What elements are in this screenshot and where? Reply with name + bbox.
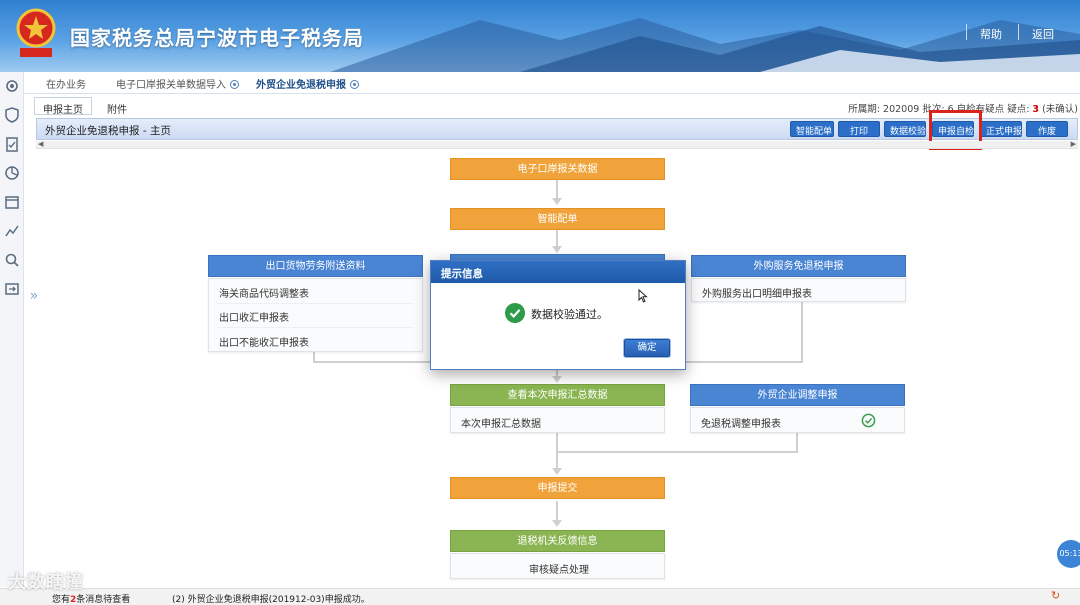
calendar-icon[interactable] xyxy=(4,194,20,210)
divider xyxy=(217,327,414,328)
dialog-message: 数据校验通过。 xyxy=(531,308,608,321)
print-button[interactable]: 打印 xyxy=(838,121,880,137)
left-panel-title: 出口货物劳务附送资料 xyxy=(208,255,423,277)
close-circle-icon[interactable] xyxy=(230,80,239,89)
ok-button[interactable]: 确定 xyxy=(624,339,670,357)
clipboard-icon[interactable] xyxy=(4,136,20,152)
flow-smart-match[interactable]: 智能配单 xyxy=(450,208,665,230)
connector xyxy=(796,433,798,453)
subtab-home[interactable]: 申报主页 xyxy=(34,97,92,116)
clock-badge[interactable]: 05:13 xyxy=(1057,540,1080,568)
arrow-down-icon xyxy=(552,468,562,475)
site-title: 国家税务总局宁波市电子税务局 xyxy=(70,26,364,50)
dialog-title: 提示信息 xyxy=(431,261,685,283)
formal-declare-button[interactable]: 正式申报 xyxy=(980,121,1022,137)
list-item[interactable]: 审核疑点处理 xyxy=(529,561,589,576)
gear-icon[interactable] xyxy=(4,78,20,94)
arrow-down-icon xyxy=(552,520,562,527)
feedback-title: 退税机关反馈信息 xyxy=(450,530,665,552)
status-footer: 您有2条消息待查看 (2) 外贸企业免退税申报(201912-03)申报成功。 xyxy=(0,588,1080,605)
summary-panel: 本次申报汇总数据 xyxy=(450,407,665,433)
horizontal-scrollbar[interactable]: ◀ ▶ xyxy=(36,140,1078,149)
success-check-icon xyxy=(505,303,525,323)
status-message: (2) 外贸企业免退税申报(201912-03)申报成功。 xyxy=(172,595,370,605)
subtab-attachments[interactable]: 附件 xyxy=(98,97,136,116)
scroll-left-icon[interactable]: ◀ xyxy=(38,140,43,148)
list-item[interactable]: 出口不能收汇申报表 xyxy=(219,334,309,349)
scroll-right-icon[interactable]: ▶ xyxy=(1071,140,1076,148)
arrow-down-icon xyxy=(552,246,562,253)
flow-submit[interactable]: 申报提交 xyxy=(450,477,665,499)
nav-tab-bar: 在办业务 电子口岸报关单数据导入 外贸企业免退税申报 xyxy=(24,72,1080,94)
adjust-panel: 免退税调整申报表 xyxy=(690,407,905,433)
summary-title[interactable]: 查看本次申报汇总数据 xyxy=(450,384,665,406)
divider xyxy=(217,303,414,304)
check-circle-icon xyxy=(861,413,876,428)
data-validate-button[interactable]: 数据校验 xyxy=(884,121,926,137)
search-icon[interactable] xyxy=(4,252,20,268)
info-dialog: 提示信息 数据校验通过。 确定 xyxy=(430,260,686,370)
smart-match-button[interactable]: 智能配单 xyxy=(790,121,834,137)
sidebar-expand-icon[interactable]: » xyxy=(26,276,42,316)
flow-customs-data[interactable]: 电子口岸报关数据 xyxy=(450,158,665,180)
connector xyxy=(686,361,803,363)
list-item[interactable]: 外购服务出口明细申报表 xyxy=(702,285,812,300)
chart-pie-icon[interactable] xyxy=(4,165,20,181)
site-header: 国家税务总局宁波市电子税务局 帮助 返回 xyxy=(0,0,1080,72)
logout-icon[interactable] xyxy=(4,281,20,297)
left-panel: 海关商品代码调整表 出口收汇申报表 出口不能收汇申报表 xyxy=(208,278,423,352)
connector xyxy=(558,451,798,453)
back-link[interactable]: 返回 xyxy=(1032,26,1054,42)
arrow-down-icon xyxy=(552,376,562,383)
arrow-down-icon xyxy=(552,198,562,205)
mouse-cursor-icon xyxy=(638,289,648,303)
tab-customs-import[interactable]: 电子口岸报关单数据导入 xyxy=(116,76,239,91)
connector xyxy=(801,302,803,362)
connector xyxy=(313,361,431,363)
list-item[interactable]: 海关商品代码调整表 xyxy=(219,285,309,300)
feedback-panel: 审核疑点处理 xyxy=(450,553,665,579)
header-separator xyxy=(966,24,967,40)
left-sidebar xyxy=(0,72,24,587)
shield-icon[interactable] xyxy=(4,107,20,123)
watermark: 大数瞎撞 xyxy=(8,572,84,593)
page-title: 外贸企业免退税申报 - 主页 xyxy=(45,125,171,137)
right-panel-title: 外购服务免退税申报 xyxy=(691,255,906,277)
connector xyxy=(556,501,558,521)
list-item[interactable]: 本次申报汇总数据 xyxy=(461,415,541,430)
close-circle-icon[interactable] xyxy=(350,80,359,89)
list-item[interactable]: 出口收汇申报表 xyxy=(219,309,289,324)
adjust-title: 外贸企业调整申报 xyxy=(690,384,905,406)
help-link[interactable]: 帮助 xyxy=(980,26,1002,42)
list-item[interactable]: 免退税调整申报表 xyxy=(701,415,781,430)
tab-export-refund[interactable]: 外贸企业免退税申报 xyxy=(256,76,359,91)
void-button[interactable]: 作废 xyxy=(1026,121,1068,137)
line-chart-icon[interactable] xyxy=(4,223,20,239)
header-separator xyxy=(1018,24,1019,40)
tax-emblem-icon xyxy=(16,8,56,57)
tab-in-progress[interactable]: 在办业务 xyxy=(46,76,86,91)
connector xyxy=(556,180,558,200)
refresh-icon[interactable]: ↻ xyxy=(1051,590,1063,602)
right-panel: 外购服务出口明细申报表 xyxy=(691,278,906,302)
